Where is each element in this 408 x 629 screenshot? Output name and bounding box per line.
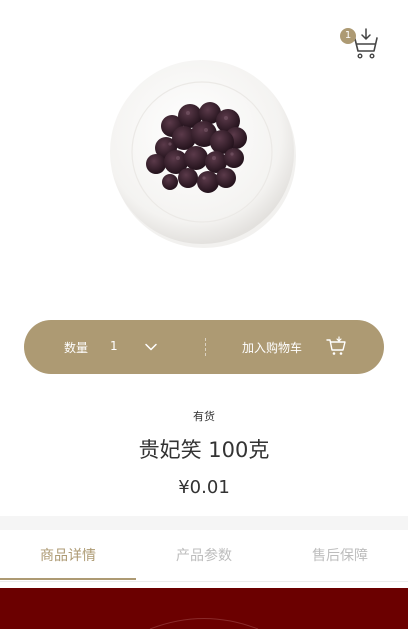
tab-product-params[interactable]: 产品参数 — [136, 530, 272, 582]
product-hero: 1 — [0, 0, 408, 300]
tab-product-details[interactable]: 商品详情 — [0, 530, 136, 582]
section-divider — [0, 516, 408, 530]
product-price: ¥0.01 — [178, 477, 230, 498]
cart-button[interactable]: 1 — [340, 24, 384, 64]
add-to-cart-button[interactable]: 加入购物车 — [242, 339, 302, 356]
action-bar-divider — [205, 338, 206, 356]
product-photo — [110, 60, 296, 248]
active-tab-indicator — [0, 578, 136, 580]
product-title: 贵妃笑 100克 — [138, 438, 270, 462]
product-image — [108, 58, 298, 248]
purchase-action-bar: 数量 1 加入购物车 — [24, 320, 384, 374]
cart-icon[interactable] — [326, 336, 348, 359]
cart-count-badge: 1 — [340, 28, 356, 44]
banner-decoration — [149, 618, 259, 629]
quantity-value[interactable]: 1 — [110, 339, 118, 353]
tab-after-sales[interactable]: 售后保障 — [272, 530, 408, 582]
detail-tabs: 商品详情 产品参数 售后保障 — [0, 530, 408, 582]
chevron-down-icon[interactable] — [144, 340, 158, 357]
stock-status: 有货 — [193, 410, 215, 423]
quantity-label: 数量 — [64, 341, 89, 355]
detail-banner — [0, 588, 408, 629]
